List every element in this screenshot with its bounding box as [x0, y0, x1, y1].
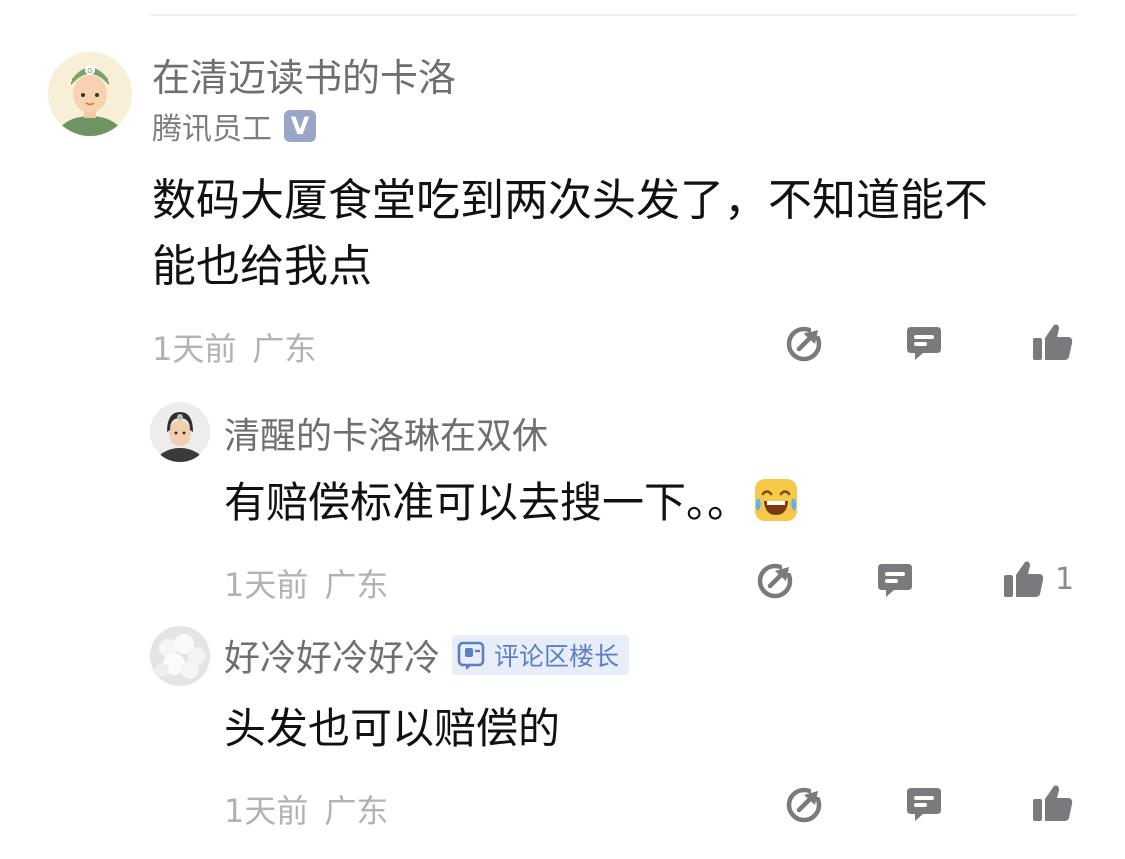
avatar[interactable] — [150, 402, 210, 462]
comment-text[interactable]: 数码大厦食堂吃到两次头发了，不知道能不 能也给我点 — [152, 168, 1072, 300]
comment-location: 广东 — [324, 566, 389, 604]
comment-text-line: 头发也可以赔偿的 — [224, 704, 561, 753]
avatar[interactable]: G — [48, 52, 132, 136]
comment-meta: 1天前 广东 — [224, 560, 388, 606]
share-icon — [786, 326, 824, 362]
verified-icon: V — [284, 110, 316, 142]
comment-text[interactable]: 有赔偿标准可以去搜一下。。 — [224, 470, 1074, 536]
thumbs-up-icon — [1033, 785, 1073, 821]
comment-text[interactable]: 头发也可以赔偿的 — [224, 696, 1074, 762]
author-role: 腾讯员工 — [152, 112, 272, 147]
reply-icon — [907, 327, 941, 360]
like-button[interactable] — [1032, 783, 1084, 823]
comment-text-line: 数码大厦食堂吃到两次头发了，不知道能不 — [152, 175, 988, 226]
thumbs-up-icon — [1033, 324, 1073, 360]
comment-author[interactable]: 好冷好冷好冷 评论区楼长 — [224, 629, 630, 681]
author-name[interactable]: 好冷好冷好冷 — [224, 629, 440, 681]
comment-time: 1天前 — [224, 566, 309, 604]
reply-button[interactable] — [905, 324, 943, 362]
avatar-illustration — [150, 402, 210, 462]
badge-icon — [456, 639, 488, 671]
laughing-tears-icon — [755, 479, 798, 521]
share-button[interactable] — [757, 561, 795, 599]
laughing-tears-emoji — [753, 477, 799, 523]
svg-text:G: G — [87, 67, 92, 75]
share-icon — [786, 787, 824, 823]
author-role-row: 腾讯员工 V — [152, 106, 316, 147]
comment-time: 1天前 — [224, 792, 309, 830]
reply-icon — [907, 788, 941, 821]
avatar-illustration — [150, 626, 210, 686]
share-button[interactable] — [786, 324, 824, 362]
like-button[interactable] — [1032, 322, 1084, 362]
comment-location: 广东 — [252, 330, 317, 368]
share-button[interactable] — [786, 785, 824, 823]
like-button[interactable]: 1 — [1003, 559, 1074, 599]
avatar[interactable] — [150, 626, 210, 686]
author-name[interactable]: 清醒的卡洛琳在双休 — [224, 407, 548, 459]
comment-text-line: 有赔偿标准可以去搜一下。。 — [224, 478, 750, 527]
comment-author[interactable]: 清醒的卡洛琳在双休 — [224, 407, 548, 459]
reply-button[interactable] — [876, 561, 914, 599]
floor-master-badge: 评论区楼长 — [452, 635, 630, 675]
comment-author[interactable]: 在清迈读书的卡洛 — [152, 50, 456, 100]
comment-location: 广东 — [324, 792, 389, 830]
comment-meta: 1天前 广东 — [224, 786, 388, 832]
reply-icon — [878, 564, 912, 597]
reply-button[interactable] — [905, 785, 943, 823]
comment-meta: 1天前 广东 — [152, 324, 316, 370]
comment-text-line: 能也给我点 — [152, 241, 372, 292]
thumbs-up-icon — [1004, 561, 1044, 597]
top-divider — [150, 14, 1078, 16]
like-count: 1 — [1055, 561, 1075, 597]
share-icon — [757, 563, 795, 599]
avatar-illustration: G — [48, 52, 132, 136]
author-name[interactable]: 在清迈读书的卡洛 — [152, 47, 456, 102]
comment-time: 1天前 — [152, 330, 237, 368]
badge-label: 评论区楼长 — [494, 642, 620, 671]
